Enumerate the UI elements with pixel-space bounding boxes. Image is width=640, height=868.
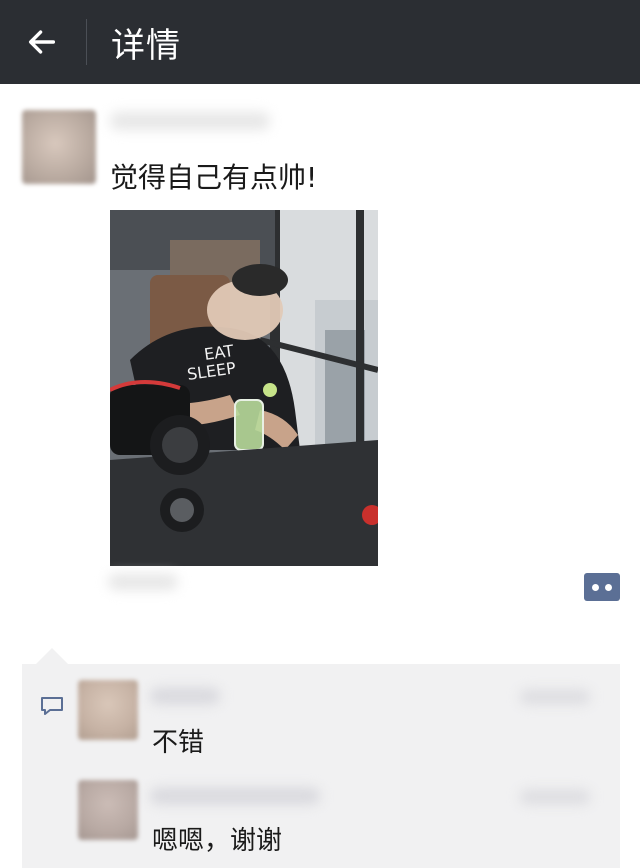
top-app-bar: 详情 xyxy=(0,0,640,84)
post-photo[interactable]: EAT SLEEP xyxy=(110,210,378,566)
comment-text[interactable]: 不错 xyxy=(152,722,204,759)
back-button[interactable] xyxy=(0,0,84,84)
comment-time-blurred xyxy=(520,690,590,704)
photo-scene: EAT SLEEP xyxy=(110,210,378,566)
comment-avatar[interactable] xyxy=(78,780,138,840)
arrow-left-icon xyxy=(28,30,56,54)
poster-name-blurred xyxy=(110,112,270,130)
dot-icon xyxy=(592,583,599,591)
post-text: 觉得自己有点帅! xyxy=(110,161,318,194)
comment-avatar[interactable] xyxy=(78,680,138,740)
dot-icon xyxy=(605,583,612,591)
comment-time-blurred xyxy=(520,790,590,804)
more-button[interactable] xyxy=(584,573,620,601)
post-time-blurred xyxy=(108,574,178,590)
comment-name-blurred xyxy=(150,788,320,804)
comment-icon xyxy=(41,697,63,715)
comments-caret xyxy=(36,648,68,664)
page-title: 详情 xyxy=(111,25,181,66)
comment-name-blurred xyxy=(150,688,220,704)
comment-text[interactable]: 嗯嗯，谢谢 xyxy=(152,820,282,857)
poster-avatar[interactable] xyxy=(22,110,96,184)
header-divider xyxy=(86,19,87,65)
